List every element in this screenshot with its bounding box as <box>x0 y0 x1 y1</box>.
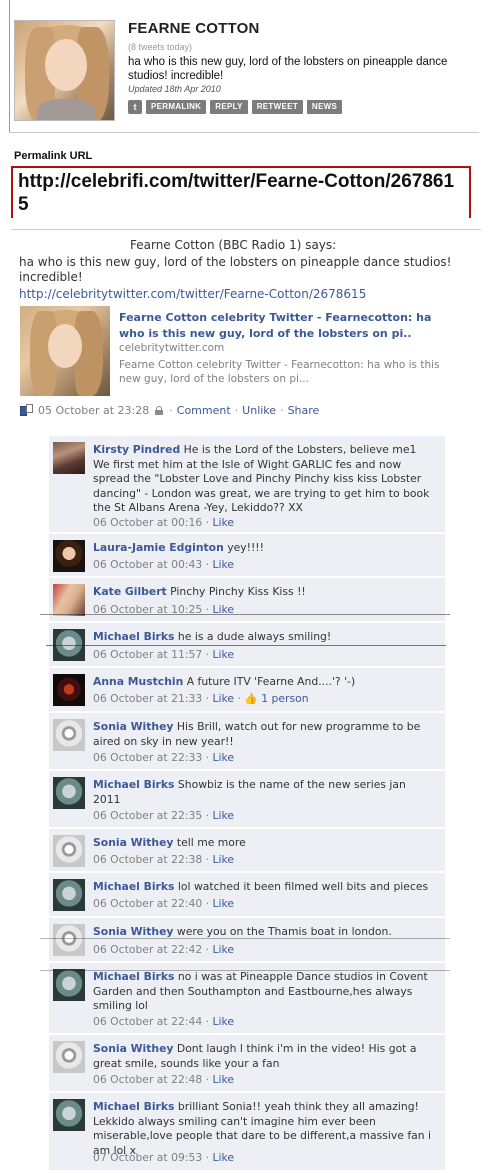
comment-link[interactable]: Comment <box>177 404 231 417</box>
stitch-line <box>40 938 450 939</box>
comment-like-link[interactable]: Like <box>213 853 235 866</box>
commenter-avatar[interactable] <box>53 924 85 956</box>
comment-author[interactable]: Laura-Jamie Edginton <box>93 541 224 554</box>
comment-time[interactable]: 06 October at 22:38 <box>93 853 202 866</box>
share-description: Fearne Cotton celebrity Twitter - Fearne… <box>119 359 440 385</box>
comment-like-link[interactable]: Like <box>213 1151 235 1164</box>
privacy-lock-icon[interactable] <box>155 405 164 415</box>
share-domain: celebritytwitter.com <box>119 342 225 354</box>
comment-like-link[interactable]: Like <box>213 809 235 822</box>
commenter-avatar[interactable] <box>53 1099 85 1131</box>
post-author-line: Fearne Cotton (BBC Radio 1) says: <box>130 238 337 252</box>
comment-like-count[interactable]: 1 person <box>261 692 308 705</box>
comment-author[interactable]: Michael Birks <box>93 970 174 983</box>
comment-item: Sonia Withey His Brill, watch out for ne… <box>49 713 445 770</box>
comment-like-link[interactable]: Like <box>213 1073 235 1086</box>
stitch-line <box>40 614 450 615</box>
comment-like-link[interactable]: Like <box>213 558 235 571</box>
thumbs-up-icon[interactable]: 👍 <box>244 692 257 705</box>
comment-text: lol watched it been filmed well bits and… <box>177 880 429 893</box>
comment-text: were you on the Thamis boat in london. <box>176 925 392 938</box>
comment-author[interactable]: Michael Birks <box>93 1100 174 1113</box>
comment-item: Michael Birks lol watched it been filmed… <box>49 873 445 917</box>
comment-text: A future ITV 'Fearne And....'? '-) <box>186 675 356 688</box>
comment-like-link[interactable]: Like <box>213 943 235 956</box>
commenter-avatar[interactable] <box>53 674 85 706</box>
comment-author[interactable]: Kate Gilbert <box>93 585 167 598</box>
commenter-avatar[interactable] <box>53 879 85 911</box>
comment-author[interactable]: Michael Birks <box>93 778 174 791</box>
comment-item: Michael Birks brilliant Sonia!! yeah thi… <box>49 1093 445 1171</box>
comment-author[interactable]: Sonia Withey <box>93 720 173 733</box>
stitch-line <box>40 970 450 971</box>
comment-author[interactable]: Sonia Withey <box>93 1042 173 1055</box>
comment-time[interactable]: 06 October at 22:42 <box>93 943 202 956</box>
comment-text: he is a dude always smiling! <box>177 630 332 643</box>
post-meta-row: 05 October at 23:28 · Comment · Unlike ·… <box>20 403 319 417</box>
comment-author[interactable]: Sonia Withey <box>93 925 173 938</box>
comment-time[interactable]: 06 October at 00:43 <box>93 558 202 571</box>
commenter-avatar[interactable] <box>53 777 85 809</box>
comment-like-link[interactable]: Like <box>213 692 235 705</box>
app-icon <box>20 403 34 417</box>
comment-item: Michael Birks no i was at Pineapple Danc… <box>49 963 445 1034</box>
stitch-line <box>46 645 446 646</box>
post-message: ha who is this new guy, lord of the lobs… <box>19 255 452 284</box>
comment-like-link[interactable]: Like <box>213 751 235 764</box>
comment-time[interactable]: 06 October at 22:40 <box>93 897 202 910</box>
commenter-avatar[interactable] <box>53 835 85 867</box>
comment-author[interactable]: Michael Birks <box>93 880 174 893</box>
comment-author[interactable]: Kirsty Pindred <box>93 443 180 456</box>
commenter-avatar[interactable] <box>53 969 85 1001</box>
comment-item: Sonia Withey Dont laugh l think i'm in t… <box>49 1035 445 1092</box>
comment-time[interactable]: 06 October at 22:44 <box>93 1015 202 1028</box>
unlike-link[interactable]: Unlike <box>242 404 276 417</box>
comment-item: Sonia Withey were you on the Thamis boat… <box>49 918 445 962</box>
comment-like-link[interactable]: Like <box>213 648 235 661</box>
share-thumbnail[interactable] <box>20 306 110 396</box>
comment-time[interactable]: 07 October at 09:53 <box>93 1151 202 1164</box>
commenter-avatar[interactable] <box>53 442 85 474</box>
commenter-avatar[interactable] <box>53 540 85 572</box>
comment-time[interactable]: 06 October at 11:57 <box>93 648 202 661</box>
comment-author[interactable]: Michael Birks <box>93 630 174 643</box>
commenter-avatar[interactable] <box>53 584 85 616</box>
commenter-avatar[interactable] <box>53 1041 85 1073</box>
comment-like-link[interactable]: Like <box>213 897 235 910</box>
comment-item: Laura-Jamie Edginton yey!!!! 06 October … <box>49 534 445 577</box>
comment-item: Anna Mustchin A future ITV 'Fearne And..… <box>49 668 445 712</box>
post-timestamp[interactable]: 05 October at 23:28 <box>38 404 149 417</box>
comment-text: Pinchy Pinchy Kiss Kiss !! <box>170 585 306 598</box>
comment-text: yey!!!! <box>227 541 264 554</box>
comment-author[interactable]: Sonia Withey <box>93 836 173 849</box>
comment-item: Sonia Withey tell me more 06 October at … <box>49 829 445 872</box>
comment-time[interactable]: 06 October at 22:48 <box>93 1073 202 1086</box>
comment-time[interactable]: 06 October at 22:33 <box>93 751 202 764</box>
comment-author[interactable]: Anna Mustchin <box>93 675 183 688</box>
comment-item: Kirsty Pindred He is the Lord of the Lob… <box>49 436 445 533</box>
comment-like-link[interactable]: Like <box>213 516 235 529</box>
comment-time[interactable]: 06 October at 22:35 <box>93 809 202 822</box>
share-link[interactable]: Share <box>288 404 320 417</box>
comment-like-link[interactable]: Like <box>213 1015 235 1028</box>
comment-time[interactable]: 06 October at 21:33 <box>93 692 202 705</box>
share-title-link[interactable]: Fearne Cotton celebrity Twitter - Fearne… <box>119 310 459 342</box>
post-link[interactable]: http://celebritytwitter.com/twitter/Fear… <box>19 287 366 301</box>
comment-time[interactable]: 06 October at 00:16 <box>93 516 202 529</box>
commenter-avatar[interactable] <box>53 719 85 751</box>
comment-text: tell me more <box>176 836 246 849</box>
comment-item: Kate Gilbert Pinchy Pinchy Kiss Kiss !! … <box>49 578 445 622</box>
comment-item: Michael Birks Showbiz is the name of the… <box>49 771 445 828</box>
